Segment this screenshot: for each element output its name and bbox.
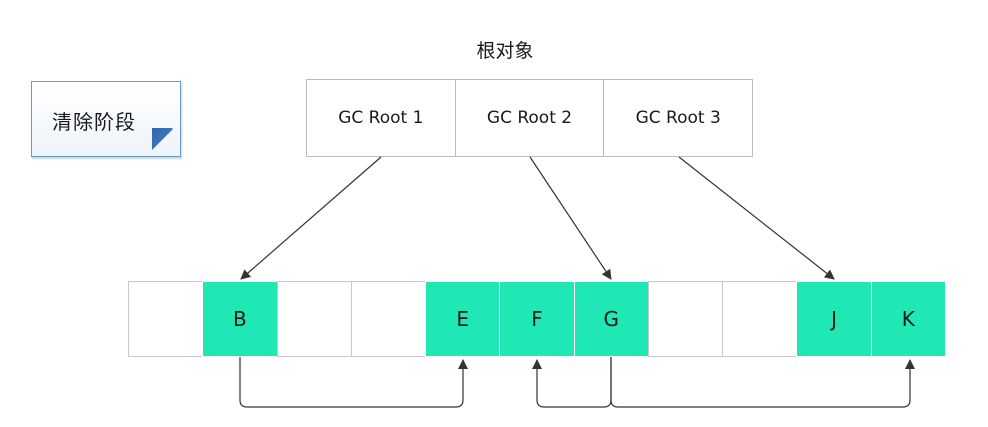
heap-cell-b: B: [202, 281, 278, 357]
reference-arrows: [239, 156, 915, 408]
heap-cell-8: [647, 281, 724, 357]
heap-cell-9: [722, 281, 798, 357]
gc-root-row: GC Root 1 GC Root 2 GC Root 3: [306, 79, 754, 157]
arrow-root2-to-g: [529, 156, 612, 280]
gc-root-1: GC Root 1: [306, 79, 456, 157]
heap-cell-1: [128, 281, 204, 357]
root-objects-title: 根对象: [476, 40, 534, 62]
heap-cell-4: [350, 281, 427, 357]
heap-cell-e: E: [425, 281, 501, 357]
heap-cell-3: [276, 281, 352, 357]
arrow-g-to-k: [610, 357, 915, 408]
heap-cell-f: F: [499, 281, 575, 357]
gc-sweep-diagram: 根对象 清除阶段 GC Root 1 GC Root 2 GC Root 3 B…: [0, 0, 988, 427]
arrow-root3-to-j: [678, 156, 835, 280]
heap-cell-j: J: [796, 281, 872, 357]
phase-note: 清除阶段: [31, 81, 181, 157]
arrow-g-to-f: [532, 357, 612, 408]
page-curl-icon: [152, 128, 174, 150]
arrow-b-to-e: [239, 357, 468, 408]
gc-root-3: GC Root 3: [603, 79, 754, 157]
heap-cell-g: G: [573, 281, 649, 357]
heap-cell-k: K: [870, 281, 946, 357]
heap-object-row: B E F G J K: [128, 281, 946, 357]
gc-root-2: GC Root 2: [454, 79, 605, 157]
arrow-root1-to-b: [240, 156, 382, 280]
phase-label: 清除阶段: [52, 110, 136, 134]
